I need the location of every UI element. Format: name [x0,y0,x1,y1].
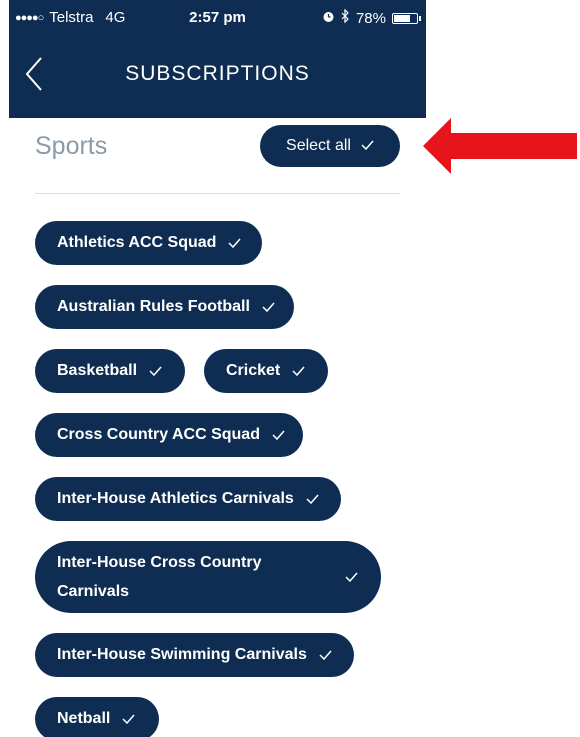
checkmark-icon [262,302,275,312]
battery-tip [419,15,421,21]
chip-label: Cross Country ACC Squad [57,426,260,443]
chip-athletics-acc-squad[interactable]: Athletics ACC Squad [35,221,262,265]
battery-percent: 78% [355,9,386,27]
checkmark-icon [345,572,358,582]
checkmark-icon [122,714,135,724]
status-right: 78% [322,8,421,27]
checkmark-icon [319,650,332,660]
chip-cross-country-acc-squad[interactable]: Cross Country ACC Squad [35,413,303,457]
chip-label: Inter-House Swimming Carnivals [57,646,307,663]
checkmark-icon [292,366,305,376]
checkmark-icon [228,238,241,248]
page-title: SUBSCRIPTIONS [125,62,310,85]
chip-label: Basketball [57,362,138,379]
chip-label: Netball [57,710,111,727]
bluetooth-icon [341,8,350,27]
chip-inter-house-athletics-carnivals[interactable]: Inter-House Athletics Carnivals [35,477,341,521]
battery-fill [394,14,411,22]
battery-icon [392,12,421,24]
checkmark-icon [361,137,374,155]
phone-screen: ●●●●○ Telstra 4G 2:57 pm 78% SUBSCRIPTIO… [9,0,426,737]
arrow-shape [423,118,577,174]
chip-label: Cricket [226,362,281,379]
chip-label: Athletics ACC Squad [57,234,217,251]
checkmark-icon [149,366,162,376]
chip-label: Inter-House Cross Country Carnivals [57,554,262,600]
chip-inter-house-swimming-carnivals[interactable]: Inter-House Swimming Carnivals [35,633,354,677]
chip-netball[interactable]: Netball [35,697,159,737]
checkmark-icon [306,494,319,504]
chip-cricket[interactable]: Cricket [204,349,328,393]
select-all-label: Select all [286,137,351,154]
chip-inter-house-cross-country-carnivals[interactable]: Inter-House Cross Country Carnivals [35,541,381,613]
checkmark-icon [272,430,285,440]
nav-bar: SUBSCRIPTIONS [9,36,426,118]
select-all-button[interactable]: Select all [260,125,400,167]
chip-label: Inter-House Athletics Carnivals [57,490,294,507]
status-bar: ●●●●○ Telstra 4G 2:57 pm 78% [9,0,426,36]
chip-label: Australian Rules Football [57,298,250,315]
chip-basketball[interactable]: Basketball [35,349,185,393]
alarm-icon [322,10,335,27]
section-header: Sports Select all [9,118,426,194]
section-title: Sports [35,132,108,160]
red-arrow-annotation [423,118,577,174]
chip-australian-rules-football[interactable]: Australian Rules Football [35,285,294,329]
divider [35,193,400,194]
